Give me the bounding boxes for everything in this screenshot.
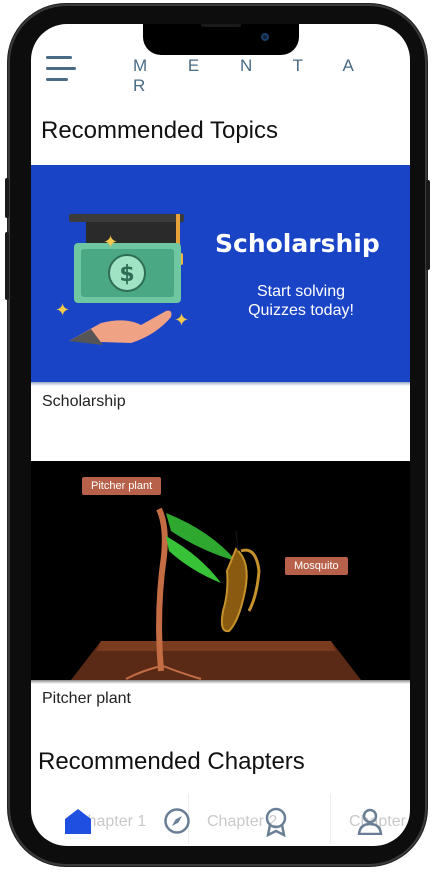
section-title-recommended-topics: Recommended Topics xyxy=(41,117,279,144)
divider xyxy=(330,794,331,844)
power-button xyxy=(426,180,430,270)
volume-down-button xyxy=(5,232,9,300)
volume-up-button xyxy=(5,178,9,218)
banner-subtitle: Start solving Quizzes today! xyxy=(248,283,354,319)
banner-title: Scholarship xyxy=(215,229,380,258)
bottom-nav: Chapter 1 Chapter 2 Chapter 3 xyxy=(31,794,410,846)
scholarship-banner: $ ✦ ✦ ✦ Scholarship Start solving Quizze… xyxy=(31,165,410,382)
app-brand: M E N T A R xyxy=(133,56,371,95)
svg-text:✦: ✦ xyxy=(55,300,70,321)
compass-icon[interactable] xyxy=(163,807,191,835)
camera xyxy=(261,33,269,41)
card-shadow xyxy=(31,382,410,386)
section-title-recommended-chapters: Recommended Chapters xyxy=(38,748,305,775)
image-tag-mosquito: Mosquito xyxy=(285,557,348,575)
topic-label-scholarship: Scholarship xyxy=(42,393,126,410)
svg-text:✦: ✦ xyxy=(174,310,189,331)
profile-icon[interactable] xyxy=(356,807,384,835)
notch xyxy=(143,24,299,55)
home-icon[interactable] xyxy=(64,807,92,835)
topic-label-pitcher-plant: Pitcher plant xyxy=(42,690,131,707)
svg-text:$: $ xyxy=(119,262,134,287)
svg-text:✦: ✦ xyxy=(103,232,118,253)
pitcher-plant-image: Pitcher plant Mosquito xyxy=(31,461,410,680)
card-shadow xyxy=(31,680,410,684)
speaker xyxy=(201,24,241,27)
image-tag-pitcher-plant: Pitcher plant xyxy=(82,477,162,495)
scholarship-illustration: $ ✦ ✦ ✦ xyxy=(55,214,189,345)
screen: M E N T A R Recommended Topics $ ✦ ✦ ✦ S… xyxy=(31,24,410,846)
menu-icon[interactable] xyxy=(46,55,76,83)
award-icon[interactable] xyxy=(262,807,290,837)
